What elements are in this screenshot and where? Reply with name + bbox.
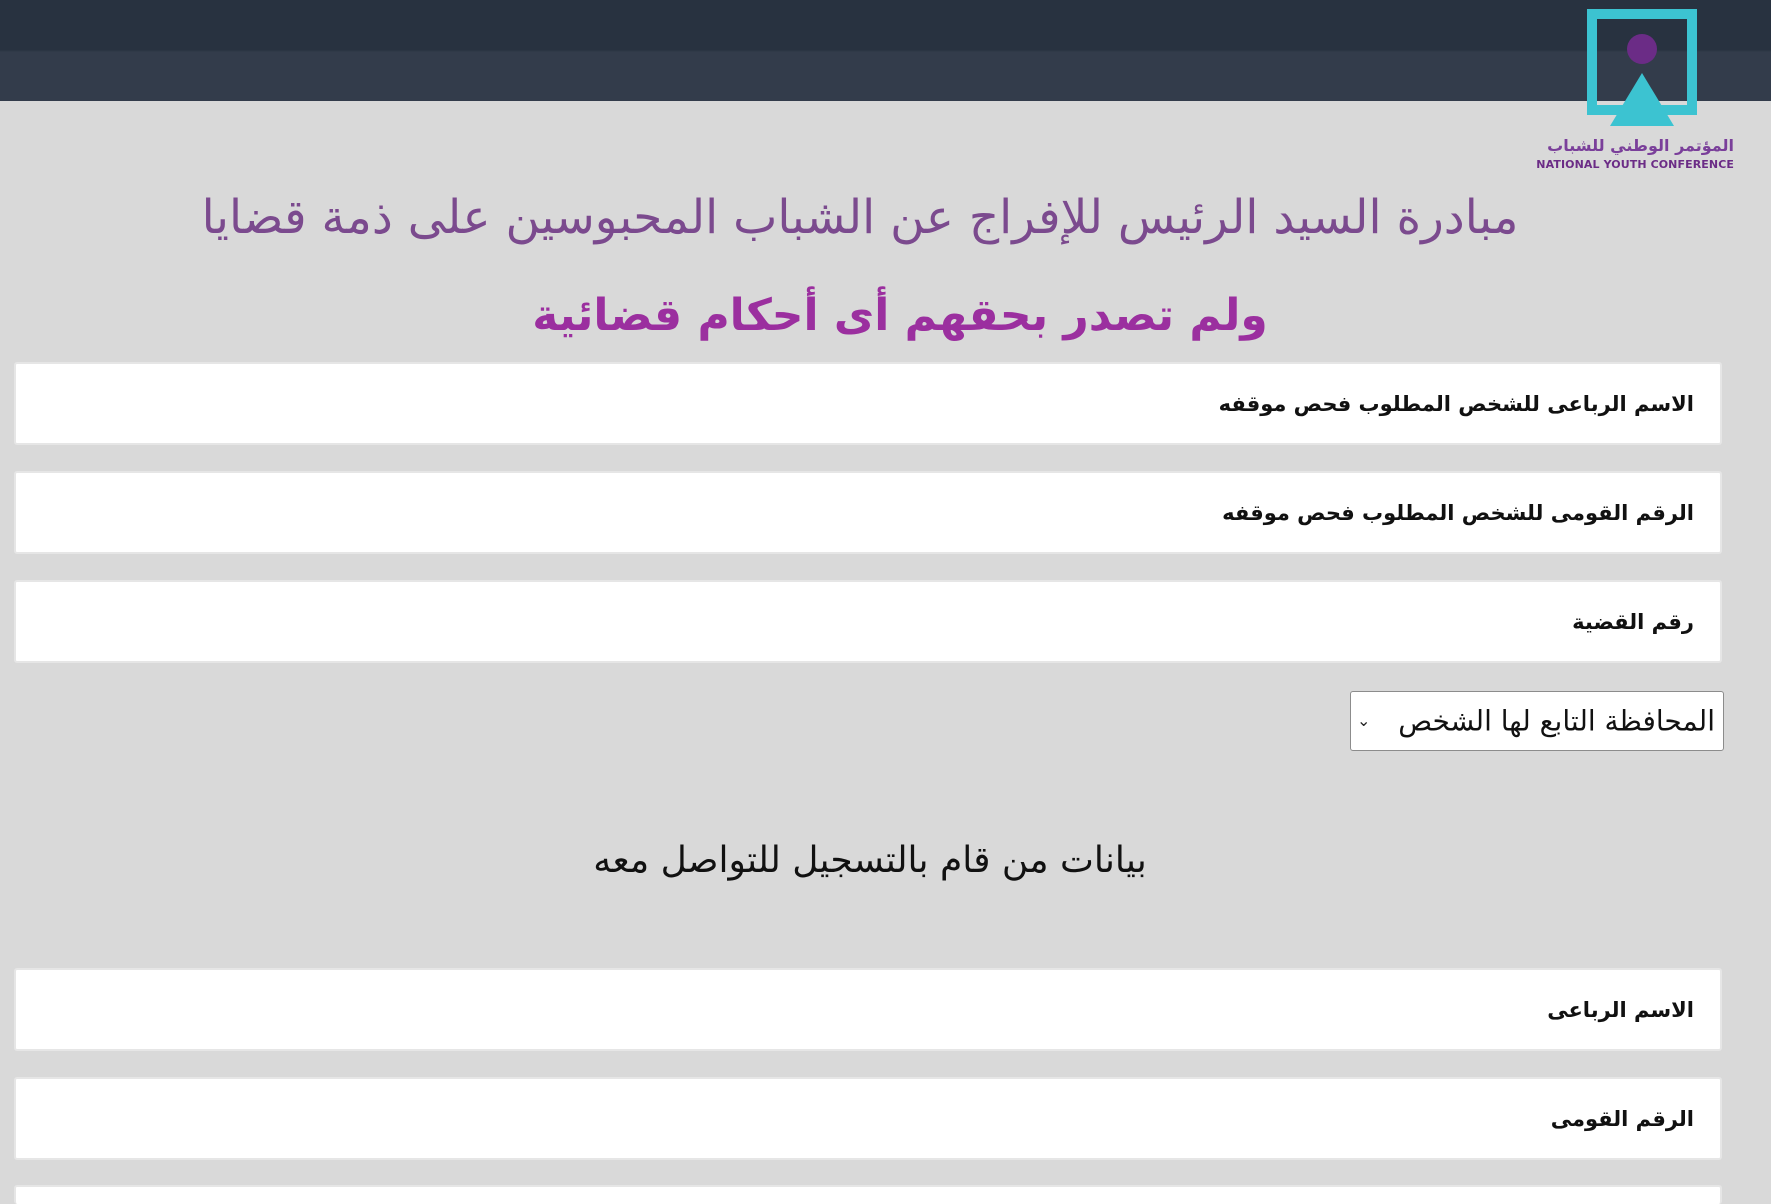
- registrant-national-id-field[interactable]: الرقم القومى: [14, 1077, 1722, 1160]
- governorate-select-value: المحافظة التابع لها الشخص: [1398, 704, 1715, 738]
- contact-section-title: بيانات من قام بالتسجيل للتواصل معه: [593, 840, 1147, 881]
- detainee-national-id-label: الرقم القومى للشخص المطلوب فحص موقفه: [1222, 500, 1694, 525]
- registrant-next-field[interactable]: [14, 1185, 1722, 1204]
- case-number-field[interactable]: رقم القضية: [14, 580, 1722, 663]
- chevron-down-icon: ⌄: [1357, 711, 1371, 730]
- logo-icon: [1587, 9, 1697, 126]
- scrollbar-track[interactable]: [1745, 101, 1771, 1204]
- case-number-label: رقم القضية: [1572, 609, 1694, 634]
- registrant-national-id-label: الرقم القومى: [1550, 1106, 1694, 1131]
- detainee-national-id-field[interactable]: الرقم القومى للشخص المطلوب فحص موقفه: [14, 471, 1722, 554]
- registrant-full-name-label: الاسم الرباعى: [1547, 997, 1694, 1022]
- logo-english-text: NATIONAL YOUTH CONFERENCE: [1536, 158, 1734, 171]
- page-subtitle: ولم تصدر بحقهم أى أحكام قضائية: [532, 290, 1268, 341]
- detainee-full-name-label: الاسم الرباعى للشخص المطلوب فحص موقفه: [1218, 391, 1694, 416]
- page-title: مبادرة السيد الرئيس للإفراج عن الشباب ال…: [201, 190, 1519, 245]
- logo-arabic-text: المؤتمر الوطني للشباب: [1547, 136, 1734, 155]
- top-navigation-bar: [0, 0, 1771, 101]
- site-logo[interactable]: المؤتمر الوطني للشباب NATIONAL YOUTH CON…: [1530, 6, 1750, 176]
- detainee-full-name-field[interactable]: الاسم الرباعى للشخص المطلوب فحص موقفه: [14, 362, 1722, 445]
- registrant-full-name-field[interactable]: الاسم الرباعى: [14, 968, 1722, 1051]
- governorate-select[interactable]: المحافظة التابع لها الشخص ⌄: [1350, 691, 1724, 751]
